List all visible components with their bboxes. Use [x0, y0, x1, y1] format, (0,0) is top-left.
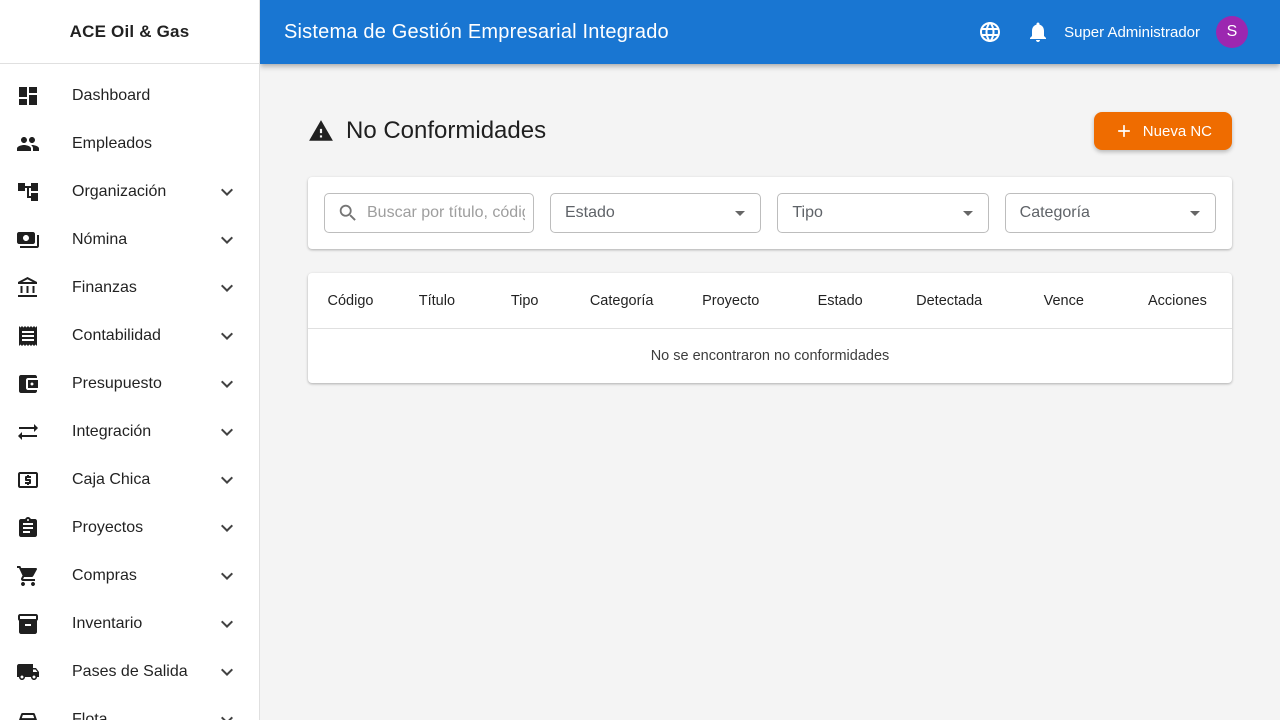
sync-alt-icon — [16, 420, 40, 444]
wallet-icon — [16, 372, 40, 396]
categoria-select[interactable]: Categoría — [1004, 193, 1216, 233]
clipboard-icon — [16, 516, 40, 540]
car-icon — [16, 708, 40, 720]
sidebar-nav: Dashboard Empleados Organización Nómina — [0, 64, 259, 720]
dropdown-arrow-icon — [956, 201, 980, 225]
new-nc-button[interactable]: Nueva NC — [1093, 112, 1232, 150]
table-header-cell: Tipo — [510, 292, 539, 309]
globe-icon[interactable] — [978, 20, 1002, 44]
warning-icon — [308, 118, 334, 144]
nc-table: Código Título Tipo Categoría Proyecto Es… — [308, 273, 1232, 383]
page-header: No Conformidades Nueva NC — [308, 112, 1232, 150]
bank-icon — [16, 276, 40, 300]
table-header-cell: Código — [327, 292, 374, 309]
cart-icon — [16, 564, 40, 588]
chevron-down-icon — [215, 228, 239, 252]
tipo-select[interactable]: Tipo — [777, 193, 989, 233]
sidebar-item-presupuesto[interactable]: Presupuesto — [0, 360, 259, 408]
avatar[interactable]: S — [1216, 16, 1248, 48]
table-header-cell: Categoría — [589, 292, 654, 309]
chevron-down-icon — [215, 564, 239, 588]
plus-icon — [1114, 121, 1134, 141]
payments-icon — [16, 228, 40, 252]
chevron-down-icon — [215, 708, 239, 720]
new-nc-button-label: Nueva NC — [1142, 122, 1212, 140]
sidebar-item-proyectos[interactable]: Proyectos — [0, 504, 259, 552]
table-header-cell: Estado — [817, 292, 863, 309]
org-tree-icon — [16, 180, 40, 204]
table-header-cell: Título — [418, 292, 456, 309]
dropdown-arrow-icon — [728, 201, 752, 225]
receipt-icon — [16, 324, 40, 348]
notifications-bell-icon[interactable] — [1026, 20, 1050, 44]
truck-icon — [16, 660, 40, 684]
dropdown-arrow-icon — [1183, 201, 1207, 225]
chevron-down-icon — [215, 324, 239, 348]
user-name: Super Administrador — [1064, 23, 1200, 41]
sidebar-item-integracion[interactable]: Integración — [0, 408, 259, 456]
estado-select-label: Estado — [565, 204, 615, 221]
chevron-down-icon — [215, 420, 239, 444]
chevron-down-icon — [215, 180, 239, 204]
table-header-cell: Vence — [1043, 292, 1084, 309]
sidebar-item-compras[interactable]: Compras — [0, 552, 259, 600]
chevron-down-icon — [215, 372, 239, 396]
search-icon — [337, 202, 359, 224]
brand-title: ACE Oil & Gas — [0, 0, 259, 64]
inventory-icon — [16, 612, 40, 636]
dashboard-icon — [16, 84, 40, 108]
table-header-cell: Proyecto — [702, 292, 760, 309]
table-header-cell: Acciones — [1147, 292, 1207, 309]
page-title: No Conformidades — [346, 117, 547, 144]
chevron-down-icon — [215, 516, 239, 540]
search-field — [324, 193, 534, 233]
sidebar-item-inventario[interactable]: Inventario — [0, 600, 259, 648]
sidebar-item-finanzas[interactable]: Finanzas — [0, 264, 259, 312]
sidebar-item-nomina[interactable]: Nómina — [0, 216, 259, 264]
sidebar-item-flota[interactable]: Flota — [0, 696, 259, 720]
chevron-down-icon — [215, 612, 239, 636]
table-empty-message: No se encontraron no conformidades — [650, 348, 890, 364]
tipo-select-label: Tipo — [792, 204, 823, 221]
table-header-row: Código Título Tipo Categoría Proyecto Es… — [308, 273, 1232, 329]
sidebar-item-dashboard[interactable]: Dashboard — [0, 72, 259, 120]
estado-select[interactable]: Estado — [550, 193, 762, 233]
cash-box-icon — [16, 468, 40, 492]
search-input[interactable] — [367, 204, 525, 222]
main-content: No Conformidades Nueva NC Estado Tipo Ca… — [260, 64, 1280, 720]
sidebar-item-organizacion[interactable]: Organización — [0, 168, 259, 216]
chevron-down-icon — [215, 660, 239, 684]
app-bar: Sistema de Gestión Empresarial Integrado… — [260, 0, 1280, 64]
chevron-down-icon — [215, 468, 239, 492]
app-bar-actions: Super Administrador S — [978, 16, 1248, 48]
sidebar-item-empleados[interactable]: Empleados — [0, 120, 259, 168]
sidebar-item-contabilidad[interactable]: Contabilidad — [0, 312, 259, 360]
filters-card: Estado Tipo Categoría — [308, 177, 1232, 249]
people-icon — [16, 132, 40, 156]
sidebar-item-caja-chica[interactable]: Caja Chica — [0, 456, 259, 504]
sidebar: ACE Oil & Gas Dashboard Empleados Organi… — [0, 0, 260, 720]
app-title: Sistema de Gestión Empresarial Integrado — [284, 20, 669, 43]
chevron-down-icon — [215, 276, 239, 300]
categoria-select-label: Categoría — [1019, 204, 1090, 221]
sidebar-item-pases-de-salida[interactable]: Pases de Salida — [0, 648, 259, 696]
table-header-cell: Detectada — [916, 292, 983, 309]
